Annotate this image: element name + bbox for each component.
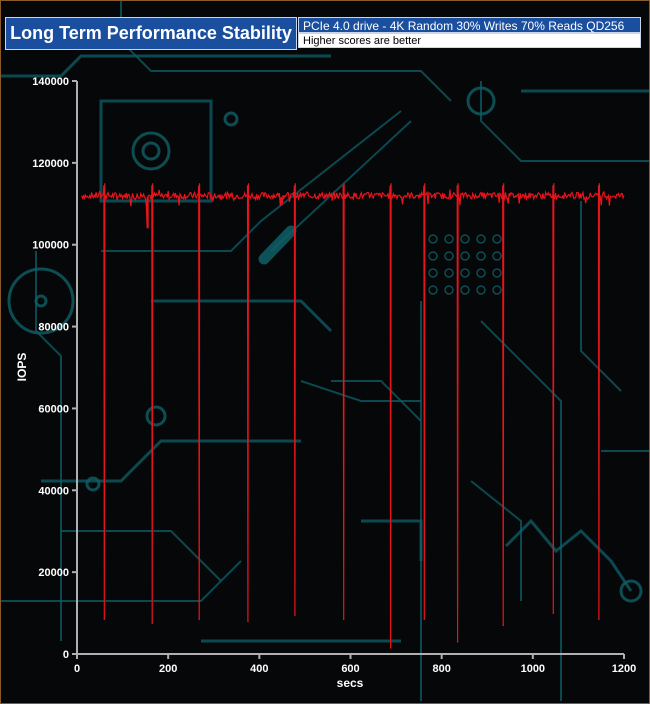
data-point-dip	[502, 624, 505, 627]
data-point-dip	[423, 618, 426, 621]
circuit-trace	[61, 530, 222, 582]
circuit-trace	[1, 560, 242, 602]
x-tick-label: 200	[159, 663, 177, 675]
x-tick-label: 1200	[612, 663, 636, 675]
circuit-pad	[428, 251, 438, 261]
circuit-trace-wide	[258, 225, 297, 265]
circuit-pad	[444, 285, 454, 295]
chart-title: Long Term Performance Stability	[5, 17, 297, 50]
data-point-dip	[198, 618, 200, 621]
data-point-dip	[552, 612, 555, 614]
y-tick-label: 40000	[38, 485, 69, 497]
series-legend-label: PCIe 4.0 drive - 4K Random 30% Writes 70…	[298, 17, 641, 33]
x-tick-label: 600	[341, 663, 359, 675]
circuit-trace	[580, 201, 622, 392]
circuit-trace	[470, 480, 522, 601]
x-tick-label: 0	[74, 663, 80, 675]
circuit-trace	[1, 54, 331, 78]
data-point-dip	[247, 620, 249, 623]
circuit-trace	[120, 1, 452, 102]
circuit-trace	[504, 518, 633, 592]
y-tick-label: 0	[63, 649, 69, 661]
series-line	[81, 183, 625, 648]
circuit-pad	[492, 285, 502, 295]
y-tick-label: 140000	[32, 76, 69, 88]
circuit-pad	[476, 285, 486, 295]
y-tick-label: 60000	[38, 403, 69, 415]
circuit-trace	[35, 251, 62, 641]
y-tick-label: 120000	[32, 158, 69, 170]
circuit-pad	[492, 234, 502, 244]
data-point-dip	[103, 618, 106, 621]
circuit-pad	[460, 234, 470, 244]
circuit-pad	[476, 234, 486, 244]
circuit-trace	[101, 110, 402, 252]
chart-frame: 0 20000 40000 60000 80000 100000 120000 140000 0…	[0, 0, 650, 704]
chart-note: Higher scores are better	[298, 33, 641, 48]
x-tick-label: 800	[432, 663, 450, 675]
circuit-node	[223, 111, 239, 127]
chart-tick-labels: 0 20000 40000 60000 80000 100000 120000 140000 0…	[32, 76, 636, 675]
y-axis-title: IOPS	[15, 353, 29, 382]
y-tick-label: 100000	[32, 240, 69, 252]
x-tick-label: 1000	[521, 663, 545, 675]
circuit-node	[141, 141, 161, 161]
x-tick-label: 400	[250, 663, 268, 675]
circuit-pad	[428, 268, 438, 278]
circuit-pad	[476, 268, 486, 278]
circuit-pad	[492, 268, 502, 278]
circuit-pad	[444, 234, 454, 244]
circuit-node	[34, 294, 48, 308]
circuit-trace	[151, 299, 333, 333]
circuit-pad	[428, 285, 438, 295]
circuit-trace	[41, 439, 301, 483]
data-point-dip	[151, 622, 154, 625]
circuit-pad	[444, 268, 454, 278]
data-point-dip	[294, 614, 296, 616]
data-point-dip	[342, 618, 345, 621]
x-axis-title: secs	[337, 676, 364, 690]
circuit-trace	[480, 81, 649, 162]
circuit-pad	[460, 285, 470, 295]
circuit-trace	[99, 99, 213, 203]
circuit-trace	[480, 320, 562, 701]
circuit-pad	[460, 268, 470, 278]
circuit-trace	[300, 380, 421, 402]
circuit-pad	[460, 251, 470, 261]
chart-canvas: 0 20000 40000 60000 80000 100000 120000 140000 0…	[1, 1, 649, 701]
chart-series	[81, 183, 625, 649]
data-point-dip	[456, 640, 459, 643]
circuit-pad	[428, 234, 438, 244]
y-tick-label: 20000	[38, 567, 69, 579]
circuit-pad	[476, 251, 486, 261]
circuit-node	[145, 405, 167, 427]
circuit-pad	[492, 251, 502, 261]
circuit-pad	[444, 251, 454, 261]
circuit-node	[131, 131, 171, 171]
data-point-dip	[598, 618, 600, 621]
y-tick-label: 80000	[38, 322, 69, 334]
data-point-dip	[389, 647, 392, 649]
